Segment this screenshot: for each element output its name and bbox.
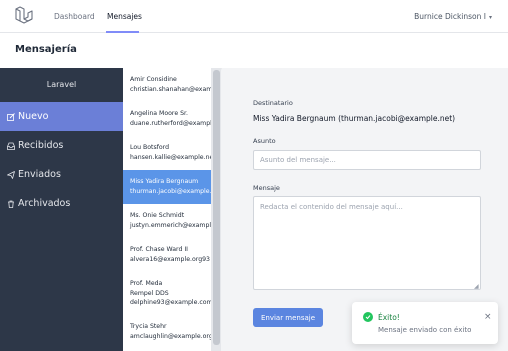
toast-title: Éxito!	[378, 313, 400, 322]
message-list: Amir Considine christian.shanahan@exampl…	[123, 68, 212, 351]
sidebar: Laravel Nuevo Recibidos Enviados Archiva…	[0, 68, 123, 351]
list-item-selected[interactable]: Miss Yadira Bergnaum thurman.jacobi@exam…	[123, 170, 211, 204]
top-navigation: Dashboard Mensajes Burnice Dickinson I ▾	[0, 0, 508, 33]
message-sender-name: Miss Yadira Bergnaum	[130, 178, 199, 185]
message-sender-email: thurman.jacobi@example.net	[130, 187, 211, 195]
message-sender-name: Trycia Stehr	[130, 323, 167, 330]
subject-placeholder: Asunto del mensaje...	[260, 156, 336, 164]
inbox-icon	[7, 142, 15, 150]
message-sender-name: Amir Considine	[130, 76, 177, 83]
toast-message: Mensaje enviado con éxito	[378, 326, 472, 334]
message-sender-email: justyn.emmerich@example.net	[130, 221, 211, 229]
message-sender-email: hansen.kallie@example.net	[130, 153, 211, 161]
list-item[interactable]: Lou Botsford hansen.kallie@example.net	[123, 136, 211, 170]
resize-handle-icon[interactable]: ◢	[474, 283, 479, 290]
message-sender-name: Prof. Meda Rempel DDS	[130, 280, 169, 297]
page-title: Mensajería	[15, 44, 77, 55]
subject-label: Asunto	[253, 137, 276, 145]
sidebar-item-label: Enviados	[18, 169, 61, 180]
message-sender-name: Prof. Chase Ward II	[130, 246, 188, 253]
sidebar-title: Laravel	[46, 80, 77, 89]
list-item[interactable]: Prof. Chase Ward II alvera16@example.org…	[123, 238, 211, 272]
list-item[interactable]: Angelina Moore Sr. duane.rutherford@exam…	[123, 102, 211, 136]
sidebar-item-enviados[interactable]: Enviados	[0, 160, 123, 189]
check-circle-icon	[363, 312, 373, 322]
recipient-label: Destinatario	[253, 99, 293, 107]
subject-input[interactable]: Asunto del mensaje...	[253, 150, 481, 170]
page-header: Mensajería	[0, 33, 508, 68]
message-sender-name: Ms. Onie Schmidt	[130, 212, 185, 219]
message-sender-name: Lou Botsford	[130, 144, 170, 151]
nav-link-mensajes[interactable]: Mensajes	[107, 12, 142, 21]
close-icon[interactable]: ×	[484, 312, 492, 322]
sidebar-item-label: Recibidos	[18, 140, 64, 151]
user-name: Burnice Dickinson I	[414, 12, 486, 21]
sidebar-item-nuevo[interactable]: Nuevo	[0, 102, 123, 131]
message-placeholder: Redacta el contenido del mensaje aquí...	[260, 203, 403, 211]
list-item[interactable]: Prof. Meda Rempel DDS delphine93@example…	[123, 272, 211, 315]
list-item[interactable]: Trycia Stehr amclaughlin@example.org	[123, 315, 211, 349]
scrollbar-thumb[interactable]	[213, 70, 220, 345]
send-message-button[interactable]: Enviar mensaje	[253, 308, 323, 327]
sidebar-item-recibidos[interactable]: Recibidos	[0, 131, 123, 160]
send-icon	[7, 170, 15, 179]
message-sender-email: delphine93@example.com	[130, 299, 211, 306]
list-item[interactable]: Ms. Onie Schmidt justyn.emmerich@example…	[123, 204, 211, 238]
sidebar-item-archivados[interactable]: Archivados	[0, 189, 123, 218]
sidebar-item-label: Nuevo	[18, 111, 49, 122]
message-sender-email: christian.shanahan@example.org	[130, 85, 211, 93]
chevron-down-icon: ▾	[488, 14, 492, 21]
message-sender-email: duane.rutherford@example.net	[130, 119, 211, 127]
trash-icon	[7, 200, 15, 208]
message-sender-email: alvera16@example.org93	[130, 255, 210, 263]
message-sender-name: Angelina Moore Sr.	[130, 110, 188, 117]
message-textarea[interactable]: Redacta el contenido del mensaje aquí...	[253, 196, 481, 290]
user-menu[interactable]: Burnice Dickinson I ▾	[414, 12, 492, 21]
sidebar-item-label: Archivados	[18, 198, 71, 209]
nav-link-dashboard[interactable]: Dashboard	[54, 12, 95, 21]
recipient-value: Miss Yadira Bergnaum (thurman.jacobi@exa…	[253, 114, 456, 123]
message-label: Mensaje	[253, 184, 280, 192]
edit-icon	[7, 112, 15, 121]
list-item[interactable]: Amir Considine christian.shanahan@exampl…	[123, 68, 211, 102]
message-sender-email: amclaughlin@example.org	[130, 332, 211, 340]
success-toast: Éxito! Mensaje enviado con éxito ×	[352, 302, 498, 344]
laravel-logo-icon[interactable]	[15, 6, 33, 26]
